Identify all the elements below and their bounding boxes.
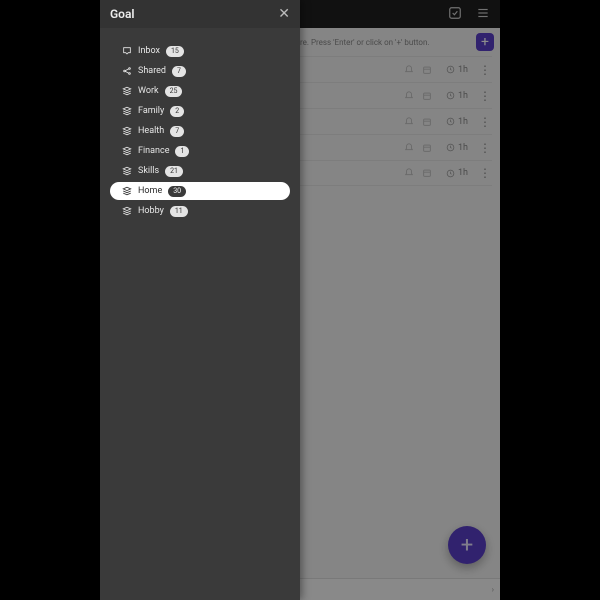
panel-header: Goal ✕: [100, 0, 300, 28]
calendar-icon: [418, 117, 436, 127]
task-duration: 1h: [436, 143, 478, 153]
menu-icon[interactable]: [476, 5, 490, 24]
task-duration: 1h: [436, 91, 478, 101]
goal-item-work[interactable]: Work 25: [110, 82, 290, 100]
task-duration: 1h: [436, 117, 478, 127]
goal-item-health[interactable]: Health 7: [110, 122, 290, 140]
goal-item-skills[interactable]: Skills 21: [110, 162, 290, 180]
goal-label: Finance: [138, 146, 169, 156]
bell-icon: [400, 143, 418, 153]
goal-item-shared[interactable]: Shared 7: [110, 62, 290, 80]
share-icon: [122, 66, 132, 76]
more-icon[interactable]: ⋮: [478, 89, 492, 103]
panel-title: Goal: [110, 7, 135, 21]
goal-count-badge: 21: [165, 166, 183, 177]
goal-count-badge: 15: [166, 46, 184, 57]
bell-icon: [400, 91, 418, 101]
goal-count-badge: 7: [170, 126, 184, 137]
chevron-right-icon[interactable]: ›: [492, 585, 494, 594]
goal-label: Shared: [138, 66, 166, 76]
goal-label: Home: [138, 186, 162, 196]
task-duration: 1h: [436, 168, 478, 178]
more-icon[interactable]: ⋮: [478, 115, 492, 129]
add-task-button[interactable]: +: [476, 33, 494, 51]
goal-item-family[interactable]: Family 2: [110, 102, 290, 120]
stack-icon: [122, 106, 132, 116]
goal-count-badge: 30: [168, 186, 186, 197]
goal-count-badge: 25: [165, 86, 183, 97]
goal-list: Inbox15Shared7Work25Family2Health7Financ…: [100, 28, 300, 234]
more-icon[interactable]: ⋮: [478, 141, 492, 155]
fab-add[interactable]: +: [448, 526, 486, 564]
stack-icon: [122, 206, 132, 216]
bell-icon: [400, 65, 418, 75]
bell-icon: [400, 168, 418, 178]
goal-count-badge: 2: [170, 106, 184, 117]
calendar-icon: [418, 65, 436, 75]
goal-count-badge: 11: [170, 206, 188, 217]
goal-panel: Goal ✕ Inbox 15Shared 7 Work 25Family 2 Health…: [100, 0, 300, 600]
stack-icon: [122, 166, 132, 176]
goal-item-inbox[interactable]: Inbox 15: [110, 42, 290, 60]
goal-count-badge: 1: [175, 146, 189, 157]
close-icon[interactable]: ✕: [278, 6, 290, 22]
goal-label: Work: [138, 86, 159, 96]
bell-icon: [400, 117, 418, 127]
goal-item-hobby[interactable]: Hobby 11: [110, 202, 290, 220]
stack-icon: [122, 126, 132, 136]
goal-count-badge: 7: [172, 66, 186, 77]
goal-label: Hobby: [138, 206, 164, 216]
more-icon[interactable]: ⋮: [478, 63, 492, 77]
task-duration: 1h: [436, 65, 478, 75]
stack-icon: [122, 86, 132, 96]
inbox-icon: [122, 46, 132, 56]
calendar-icon: [418, 168, 436, 178]
goal-item-home[interactable]: Home 30: [110, 182, 290, 200]
more-icon[interactable]: ⋮: [478, 166, 492, 180]
goal-label: Skills: [138, 166, 159, 176]
goal-item-finance[interactable]: Finance 1: [110, 142, 290, 160]
calendar-icon: [418, 143, 436, 153]
check-icon[interactable]: [448, 5, 462, 24]
goal-label: Health: [138, 126, 164, 136]
calendar-icon: [418, 91, 436, 101]
goal-label: Family: [138, 106, 164, 116]
stack-icon: [122, 186, 132, 196]
stack-icon: [122, 146, 132, 156]
goal-label: Inbox: [138, 46, 160, 56]
